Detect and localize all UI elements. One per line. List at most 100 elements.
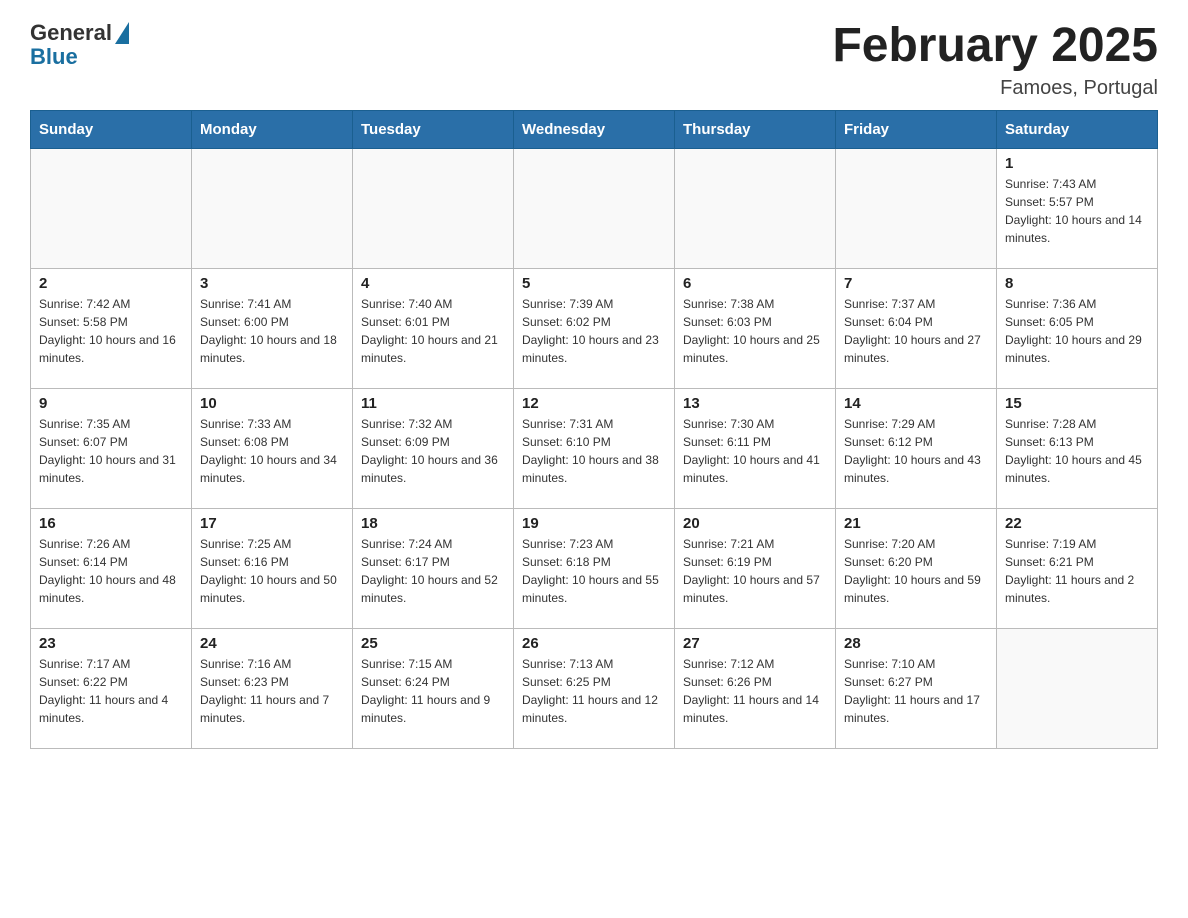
table-row: 22 Sunrise: 7:19 AMSunset: 6:21 PMDayligh… xyxy=(997,508,1158,628)
day-info: Sunrise: 7:10 AMSunset: 6:27 PMDaylight:… xyxy=(844,655,988,727)
table-row: 6 Sunrise: 7:38 AMSunset: 6:03 PMDaylight… xyxy=(675,268,836,388)
day-info: Sunrise: 7:33 AMSunset: 6:08 PMDaylight:… xyxy=(200,415,344,487)
table-row: 10 Sunrise: 7:33 AMSunset: 6:08 PMDayligh… xyxy=(192,388,353,508)
table-row: 26 Sunrise: 7:13 AMSunset: 6:25 PMDayligh… xyxy=(514,628,675,748)
calendar-week-row: 1 Sunrise: 7:43 AMSunset: 5:57 PMDaylight… xyxy=(31,148,1158,268)
day-number: 6 xyxy=(683,275,827,292)
calendar-week-row: 16 Sunrise: 7:26 AMSunset: 6:14 PMDayligh… xyxy=(31,508,1158,628)
table-row xyxy=(353,148,514,268)
calendar-week-row: 2 Sunrise: 7:42 AMSunset: 5:58 PMDaylight… xyxy=(31,268,1158,388)
table-row: 20 Sunrise: 7:21 AMSunset: 6:19 PMDayligh… xyxy=(675,508,836,628)
table-row: 17 Sunrise: 7:25 AMSunset: 6:16 PMDayligh… xyxy=(192,508,353,628)
day-info: Sunrise: 7:37 AMSunset: 6:04 PMDaylight:… xyxy=(844,295,988,367)
day-number: 8 xyxy=(1005,275,1149,292)
day-info: Sunrise: 7:20 AMSunset: 6:20 PMDaylight:… xyxy=(844,535,988,607)
page-header: General Blue February 2025 Famoes, Portu… xyxy=(30,20,1158,100)
day-info: Sunrise: 7:16 AMSunset: 6:23 PMDaylight:… xyxy=(200,655,344,727)
day-info: Sunrise: 7:13 AMSunset: 6:25 PMDaylight:… xyxy=(522,655,666,727)
header-monday: Monday xyxy=(192,110,353,148)
day-number: 18 xyxy=(361,515,505,532)
header-sunday: Sunday xyxy=(31,110,192,148)
table-row: 1 Sunrise: 7:43 AMSunset: 5:57 PMDaylight… xyxy=(997,148,1158,268)
day-number: 12 xyxy=(522,395,666,412)
day-info: Sunrise: 7:28 AMSunset: 6:13 PMDaylight:… xyxy=(1005,415,1149,487)
day-number: 2 xyxy=(39,275,183,292)
location-label: Famoes, Portugal xyxy=(832,77,1158,100)
day-number: 11 xyxy=(361,395,505,412)
day-number: 20 xyxy=(683,515,827,532)
day-info: Sunrise: 7:26 AMSunset: 6:14 PMDaylight:… xyxy=(39,535,183,607)
table-row: 8 Sunrise: 7:36 AMSunset: 6:05 PMDaylight… xyxy=(997,268,1158,388)
day-info: Sunrise: 7:35 AMSunset: 6:07 PMDaylight:… xyxy=(39,415,183,487)
header-thursday: Thursday xyxy=(675,110,836,148)
day-number: 22 xyxy=(1005,515,1149,532)
table-row: 19Sunrise: 7:23 AMSunset: 6:18 PMDayligh… xyxy=(514,508,675,628)
day-info: Sunrise: 7:41 AMSunset: 6:00 PMDaylight:… xyxy=(200,295,344,367)
header-friday: Friday xyxy=(836,110,997,148)
table-row xyxy=(675,148,836,268)
day-number: 17 xyxy=(200,515,344,532)
table-row: 9 Sunrise: 7:35 AMSunset: 6:07 PMDaylight… xyxy=(31,388,192,508)
day-number: 9 xyxy=(39,395,183,412)
table-row: 16 Sunrise: 7:26 AMSunset: 6:14 PMDayligh… xyxy=(31,508,192,628)
day-info: Sunrise: 7:32 AMSunset: 6:09 PMDaylight:… xyxy=(361,415,505,487)
day-number: 23 xyxy=(39,635,183,652)
day-number: 10 xyxy=(200,395,344,412)
day-info: Sunrise: 7:12 AMSunset: 6:26 PMDaylight:… xyxy=(683,655,827,727)
day-number: 14 xyxy=(844,395,988,412)
calendar-week-row: 9 Sunrise: 7:35 AMSunset: 6:07 PMDaylight… xyxy=(31,388,1158,508)
table-row: 4Sunrise: 7:40 AMSunset: 6:01 PMDaylight… xyxy=(353,268,514,388)
table-row: 23 Sunrise: 7:17 AMSunset: 6:22 PMDayligh… xyxy=(31,628,192,748)
logo-general-text: General xyxy=(30,20,112,46)
day-info: Sunrise: 7:25 AMSunset: 6:16 PMDaylight:… xyxy=(200,535,344,607)
header-wednesday: Wednesday xyxy=(514,110,675,148)
logo: General Blue xyxy=(30,20,129,70)
day-info: Sunrise: 7:21 AMSunset: 6:19 PMDaylight:… xyxy=(683,535,827,607)
table-row: 2 Sunrise: 7:42 AMSunset: 5:58 PMDaylight… xyxy=(31,268,192,388)
table-row: 5 Sunrise: 7:39 AMSunset: 6:02 PMDaylight… xyxy=(514,268,675,388)
day-number: 28 xyxy=(844,635,988,652)
table-row: 28 Sunrise: 7:10 AMSunset: 6:27 PMDayligh… xyxy=(836,628,997,748)
day-info: Sunrise: 7:36 AMSunset: 6:05 PMDaylight:… xyxy=(1005,295,1149,367)
table-row xyxy=(514,148,675,268)
table-row: 25 Sunrise: 7:15 AMSunset: 6:24 PMDayligh… xyxy=(353,628,514,748)
day-number: 13 xyxy=(683,395,827,412)
day-info: Sunrise: 7:29 AMSunset: 6:12 PMDaylight:… xyxy=(844,415,988,487)
day-number: 1 xyxy=(1005,155,1149,172)
table-row xyxy=(997,628,1158,748)
day-info: Sunrise: 7:43 AMSunset: 5:57 PMDaylight:… xyxy=(1005,175,1149,247)
day-number: 3 xyxy=(200,275,344,292)
calendar-week-row: 23 Sunrise: 7:17 AMSunset: 6:22 PMDayligh… xyxy=(31,628,1158,748)
day-info: Sunrise: 7:17 AMSunset: 6:22 PMDaylight:… xyxy=(39,655,183,727)
day-info: Sunrise: 7:15 AMSunset: 6:24 PMDaylight:… xyxy=(361,655,505,727)
table-row: 27 Sunrise: 7:12 AMSunset: 6:26 PMDayligh… xyxy=(675,628,836,748)
table-row xyxy=(31,148,192,268)
day-info: Sunrise: 7:42 AMSunset: 5:58 PMDaylight:… xyxy=(39,295,183,367)
day-number: 27 xyxy=(683,635,827,652)
day-number: 21 xyxy=(844,515,988,532)
day-info: Sunrise: 7:39 AMSunset: 6:02 PMDaylight:… xyxy=(522,295,666,367)
day-number: 26 xyxy=(522,635,666,652)
table-row: 7 Sunrise: 7:37 AMSunset: 6:04 PMDaylight… xyxy=(836,268,997,388)
table-row: 14 Sunrise: 7:29 AMSunset: 6:12 PMDayligh… xyxy=(836,388,997,508)
calendar-table: Sunday Monday Tuesday Wednesday Thursday… xyxy=(30,110,1158,749)
table-row xyxy=(836,148,997,268)
table-row xyxy=(192,148,353,268)
table-row: 12Sunrise: 7:31 AMSunset: 6:10 PMDayligh… xyxy=(514,388,675,508)
day-info: Sunrise: 7:40 AMSunset: 6:01 PMDaylight:… xyxy=(361,295,505,367)
day-number: 5 xyxy=(522,275,666,292)
calendar-header-row: Sunday Monday Tuesday Wednesday Thursday… xyxy=(31,110,1158,148)
day-number: 24 xyxy=(200,635,344,652)
table-row: 24 Sunrise: 7:16 AMSunset: 6:23 PMDayligh… xyxy=(192,628,353,748)
day-info: Sunrise: 7:38 AMSunset: 6:03 PMDaylight:… xyxy=(683,295,827,367)
logo-triangle-icon xyxy=(115,22,129,44)
table-row: 13Sunrise: 7:30 AMSunset: 6:11 PMDayligh… xyxy=(675,388,836,508)
day-number: 25 xyxy=(361,635,505,652)
day-info: Sunrise: 7:19 AMSunset: 6:21 PMDaylight:… xyxy=(1005,535,1149,607)
table-row: 3 Sunrise: 7:41 AMSunset: 6:00 PMDaylight… xyxy=(192,268,353,388)
table-row: 18Sunrise: 7:24 AMSunset: 6:17 PMDayligh… xyxy=(353,508,514,628)
header-tuesday: Tuesday xyxy=(353,110,514,148)
table-row: 21 Sunrise: 7:20 AMSunset: 6:20 PMDayligh… xyxy=(836,508,997,628)
day-number: 7 xyxy=(844,275,988,292)
day-number: 16 xyxy=(39,515,183,532)
